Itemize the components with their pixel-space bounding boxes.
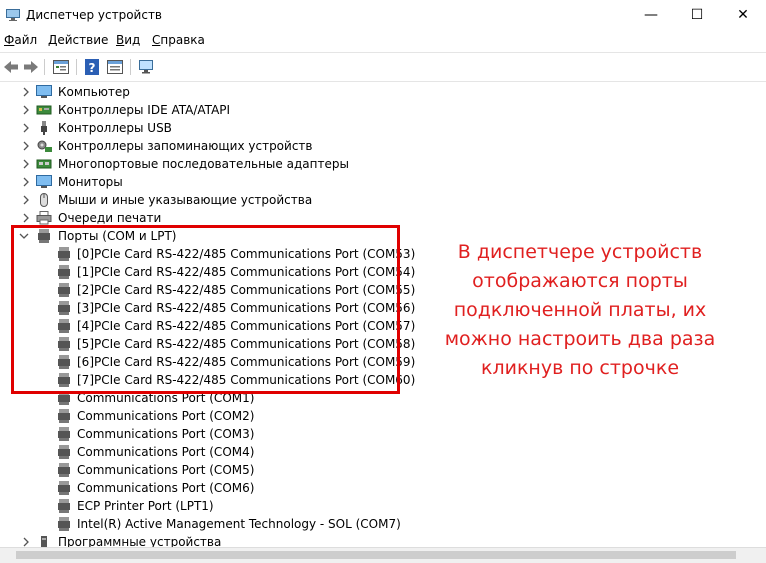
software-device-icon xyxy=(41,536,47,547)
tree-device-row[interactable]: Communications Port (COM3) xyxy=(0,425,766,443)
back-arrow-icon[interactable] xyxy=(2,58,20,76)
tree-device-row[interactable]: ECP Printer Port (LPT1) xyxy=(0,497,766,515)
forward-arrow-icon[interactable] xyxy=(22,58,40,76)
scan-hardware-icon[interactable] xyxy=(137,58,155,76)
close-icon: ✕ xyxy=(737,7,749,23)
tree-category-ide-controllers[interactable]: Контроллеры IDE ATA/ATAPI xyxy=(0,101,766,119)
toolbar: ? xyxy=(0,52,766,82)
tree-category-computer[interactable]: Компьютер xyxy=(0,83,766,101)
menu-bar: Файл Действие Вид Справка xyxy=(0,31,766,51)
chevron-right-icon[interactable] xyxy=(21,119,31,137)
menu-file[interactable]: Файл xyxy=(4,33,37,47)
tree-category-label: Мониторы xyxy=(58,175,123,189)
chevron-right-icon[interactable] xyxy=(21,533,31,547)
svg-text:?: ? xyxy=(89,61,96,75)
tree-device-row[interactable]: Intel(R) Active Management Technology - … xyxy=(0,515,766,533)
tree-category-label: Компьютер xyxy=(58,85,130,99)
port-icon xyxy=(58,409,70,423)
toolbar-separator xyxy=(130,59,131,75)
chevron-right-icon[interactable] xyxy=(21,137,31,155)
close-button[interactable]: ✕ xyxy=(720,0,766,31)
tree-category-mice[interactable]: Мыши и иные указывающие устройства xyxy=(0,191,766,209)
tree-device-row[interactable]: Communications Port (COM5) xyxy=(0,461,766,479)
serial-adapter-icon xyxy=(36,159,52,169)
toolbar-separator xyxy=(44,59,45,75)
usb-icon xyxy=(41,121,47,135)
tree-category-storage-controllers[interactable]: Контроллеры запоминающих устройств xyxy=(0,137,766,155)
ide-controller-icon xyxy=(36,105,52,115)
title-bar: Диспетчер устройств — ☐ ✕ xyxy=(0,0,766,31)
minimize-icon: — xyxy=(644,7,658,23)
tree-category-label: Программные устройства xyxy=(58,535,222,547)
window-title: Диспетчер устройств xyxy=(26,8,163,22)
monitor-icon xyxy=(36,175,52,188)
annotation-text: В диспетчере устройств отображаются порт… xyxy=(444,241,716,379)
tree-device-row[interactable]: Communications Port (COM2) xyxy=(0,407,766,425)
printer-icon xyxy=(36,211,52,225)
tree-category-label: Контроллеры запоминающих устройств xyxy=(58,139,313,153)
maximize-icon: ☐ xyxy=(690,7,704,23)
device-label: Intel(R) Active Management Technology - … xyxy=(77,517,401,531)
device-label: Communications Port (COM3) xyxy=(77,427,255,441)
view-resources-icon[interactable] xyxy=(106,58,124,76)
minimize-button[interactable]: — xyxy=(628,0,674,31)
device-manager-icon xyxy=(6,9,20,21)
tree-category-label: Мыши и иные указывающие устройства xyxy=(58,193,313,207)
horizontal-scrollbar[interactable] xyxy=(0,547,766,563)
mouse-icon xyxy=(40,193,48,207)
chevron-right-icon[interactable] xyxy=(21,155,31,173)
properties-icon[interactable] xyxy=(52,58,70,76)
tree-category-monitors[interactable]: Мониторы xyxy=(0,173,766,191)
port-icon xyxy=(58,481,70,495)
device-label: Communications Port (COM2) xyxy=(77,409,255,423)
port-icon xyxy=(58,463,70,477)
tree-device-row[interactable]: Communications Port (COM4) xyxy=(0,443,766,461)
tree-category-label: Контроллеры IDE ATA/ATAPI xyxy=(58,103,231,117)
port-icon xyxy=(58,517,70,531)
tree-device-row[interactable]: Communications Port (COM6) xyxy=(0,479,766,497)
tree-category-multiport-serial[interactable]: Многопортовые последовательные адаптеры xyxy=(0,155,766,173)
maximize-button[interactable]: ☐ xyxy=(674,0,720,31)
device-label: Communications Port (COM6) xyxy=(77,481,255,495)
chevron-right-icon[interactable] xyxy=(21,173,31,191)
port-icon xyxy=(58,499,70,513)
tree-category-label: Контроллеры USB xyxy=(58,121,172,135)
port-icon xyxy=(58,427,70,441)
chevron-right-icon[interactable] xyxy=(21,191,31,209)
chevron-right-icon[interactable] xyxy=(21,83,31,101)
chevron-right-icon[interactable] xyxy=(21,101,31,119)
toolbar-separator xyxy=(76,59,77,75)
storage-controller-icon xyxy=(37,140,52,152)
port-icon xyxy=(58,445,70,459)
tree-category-label: Многопортовые последовательные адаптеры xyxy=(58,157,349,171)
menu-view[interactable]: Вид xyxy=(116,33,140,47)
highlight-box xyxy=(11,225,400,394)
help-icon[interactable]: ? xyxy=(83,58,101,76)
device-label: ECP Printer Port (LPT1) xyxy=(77,499,214,513)
device-label: Communications Port (COM5) xyxy=(77,463,255,477)
scrollbar-thumb[interactable] xyxy=(16,551,736,559)
tree-category-software-devices[interactable]: Программные устройства xyxy=(0,533,766,547)
monitor-icon xyxy=(36,85,52,98)
menu-help[interactable]: Справка xyxy=(152,33,205,47)
menu-action[interactable]: Действие xyxy=(48,33,108,47)
device-label: Communications Port (COM4) xyxy=(77,445,255,459)
tree-category-usb-controllers[interactable]: Контроллеры USB xyxy=(0,119,766,137)
